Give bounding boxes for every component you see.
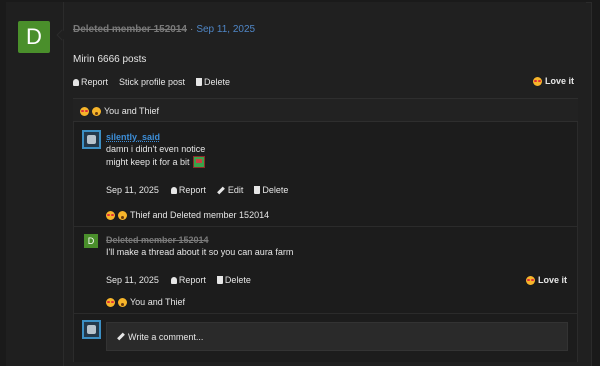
edit-label: Edit: [227, 185, 244, 195]
avatar-column: [6, 2, 64, 366]
reactions-text: Thief and Deleted member 152014: [130, 210, 270, 220]
love-it-label: Love it: [544, 76, 574, 86]
wow-emoji: [118, 297, 127, 307]
post-author-name[interactable]: Deleted member 152014: [73, 24, 187, 35]
comment-meta: Sep 11, 2025 Report Edit Delete: [106, 185, 299, 195]
wow-emoji: [92, 106, 101, 116]
bell-icon: [170, 186, 177, 194]
post-reactions[interactable]: You and Thief: [80, 106, 159, 116]
post-body: Mirin 6666 posts: [73, 54, 147, 65]
pencil-icon: [217, 186, 225, 194]
post-header: Deleted member 152014 · Sep 11, 2025: [73, 24, 255, 35]
comment-meta: Sep 11, 2025 Report Delete: [106, 275, 262, 285]
heart-eyes-emoji: [525, 275, 535, 285]
bell-icon: [170, 276, 177, 284]
composer-placeholder: Write a comment...: [128, 331, 204, 342]
delete-label: Delete: [224, 275, 251, 285]
stick-profile-post-button[interactable]: Stick profile post: [119, 77, 185, 87]
heart-eyes-emoji: [106, 210, 115, 220]
wow-emoji: [118, 210, 127, 220]
comment-author-name[interactable]: Deleted member 152014: [106, 235, 209, 245]
reactions-text: You and Thief: [104, 106, 160, 116]
comment-date-link[interactable]: Sep 11, 2025: [106, 185, 159, 195]
comment-love-it-button[interactable]: Love it: [525, 275, 567, 285]
comment-text: I'll make a thread about it so you can a…: [106, 247, 294, 257]
comment-author-avatar[interactable]: D: [84, 234, 98, 248]
write-comment-input[interactable]: Write a comment...: [106, 322, 568, 351]
bell-icon: [73, 78, 79, 86]
love-it-button[interactable]: Love it: [532, 76, 574, 86]
report-label: Report: [81, 77, 109, 87]
cat-emoji: [192, 156, 205, 168]
header-separator: ·: [189, 24, 194, 35]
delete-label: Delete: [262, 185, 289, 195]
comments-list: silently_said damn i didn't even notice …: [73, 122, 578, 362]
delete-label: Delete: [204, 77, 231, 87]
trash-icon: [196, 78, 203, 86]
comment-author-avatar[interactable]: [82, 130, 101, 149]
heart-eyes-emoji: [80, 106, 89, 116]
reactions-text: You and Thief: [130, 297, 186, 307]
comment-report-button[interactable]: Report: [170, 185, 206, 195]
stick-label: Stick profile post: [119, 77, 186, 87]
report-button[interactable]: Report: [73, 77, 108, 87]
comment-text-line: might keep it for a bit: [106, 156, 205, 168]
comment-text: might keep it for a bit: [106, 157, 190, 167]
heart-eyes-emoji: [106, 297, 115, 307]
comment-date-link[interactable]: Sep 11, 2025: [106, 275, 159, 285]
trash-icon: [254, 186, 261, 194]
heart-eyes-emoji: [532, 76, 542, 86]
comment-reactions[interactable]: You and Thief: [106, 297, 185, 307]
comment-edit-button[interactable]: Edit: [217, 185, 244, 195]
comment-delete-button[interactable]: Delete: [254, 185, 288, 195]
comment-text-line: damn i didn't even notice: [106, 144, 206, 154]
comment-delete-button[interactable]: Delete: [216, 275, 251, 285]
post-date-link[interactable]: Sep 11, 2025: [196, 24, 255, 35]
post-reactions-bar: You and Thief: [73, 98, 578, 122]
post-action-bar: Report Stick profile post Delete: [73, 76, 241, 88]
love-it-label: Love it: [537, 275, 567, 285]
trash-icon: [216, 276, 223, 284]
post-main: Deleted member 152014 · Sep 11, 2025 Mirin…: [64, 2, 586, 366]
comment-report-button[interactable]: Report: [170, 275, 206, 285]
delete-button[interactable]: Delete: [196, 77, 230, 87]
composer-avatar: [82, 320, 101, 339]
report-label: Report: [178, 185, 206, 195]
comment-divider: [74, 313, 577, 314]
report-label: Report: [178, 275, 206, 285]
pencil-icon: [117, 332, 125, 341]
post-author-avatar[interactable]: D: [18, 21, 50, 53]
comment-reactions[interactable]: Thief and Deleted member 152014: [106, 210, 269, 220]
comment-author-name[interactable]: silently_said: [106, 132, 160, 142]
comment-divider: [74, 226, 577, 227]
